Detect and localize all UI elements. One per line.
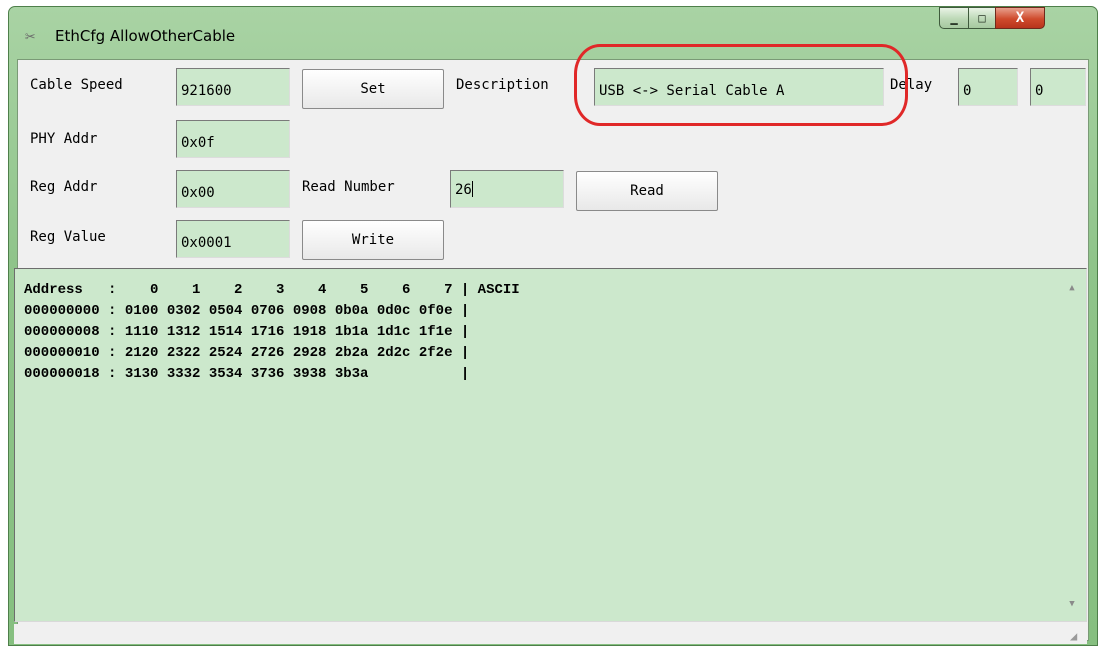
read-number-value: 26: [455, 182, 472, 198]
read-number-input[interactable]: 26: [450, 170, 564, 208]
reg-value-input[interactable]: 0x0001: [176, 220, 290, 258]
scroll-down-icon[interactable]: ▼: [1064, 596, 1080, 612]
delay-input-2[interactable]: 0: [1030, 68, 1086, 106]
hex-dump-header: Address : 0 1 2 3 4 5 6 7 | ASCII: [24, 282, 520, 298]
read-number-label: Read Number: [302, 179, 395, 195]
reg-addr-input[interactable]: 0x00: [176, 170, 290, 208]
title-bar[interactable]: ✂ EthCfg AllowOtherCable ▁ □ X: [9, 7, 1097, 57]
read-button[interactable]: Read: [576, 171, 718, 211]
maximize-icon: □: [978, 11, 986, 25]
set-button[interactable]: Set: [302, 69, 444, 109]
hex-dump-text: Address : 0 1 2 3 4 5 6 7 | ASCII 0000000…: [24, 280, 520, 385]
resize-grip-icon[interactable]: ◢: [1070, 628, 1086, 644]
cable-speed-input[interactable]: 921600: [176, 68, 290, 106]
tools-icon: ✂: [25, 27, 36, 47]
vertical-scrollbar[interactable]: [1058, 270, 1086, 620]
reg-addr-label: Reg Addr: [30, 179, 98, 195]
reg-value-label: Reg Value: [30, 229, 106, 245]
text-caret: [471, 181, 473, 197]
hex-dump-row: 000000018 : 3130 3332 3534 3736 3938 3b3…: [24, 366, 470, 382]
phy-addr-label: PHY Addr: [30, 131, 98, 147]
scroll-up-icon[interactable]: ▲: [1064, 280, 1080, 296]
description-label: Description: [456, 77, 549, 93]
hex-dump-row: 000000010 : 2120 2322 2524 2726 2928 2b2…: [24, 345, 470, 361]
minimize-button[interactable]: ▁: [939, 7, 969, 29]
status-bar: [14, 624, 1087, 644]
window-title: EthCfg AllowOtherCable: [55, 27, 236, 45]
cable-speed-label: Cable Speed: [30, 77, 123, 93]
hex-dump-row: 000000008 : 1110 1312 1514 1716 1918 1b1…: [24, 324, 470, 340]
close-button[interactable]: X: [995, 7, 1045, 29]
delay-input-1[interactable]: 0: [958, 68, 1018, 106]
annotation-circle: [574, 44, 908, 126]
maximize-button[interactable]: □: [968, 7, 996, 29]
phy-addr-input[interactable]: 0x0f: [176, 120, 290, 158]
hex-dump-row: 000000000 : 0100 0302 0504 0706 0908 0b0…: [24, 303, 470, 319]
minimize-icon: ▁: [950, 11, 958, 25]
write-button[interactable]: Write: [302, 220, 444, 260]
close-icon: X: [1015, 10, 1025, 26]
